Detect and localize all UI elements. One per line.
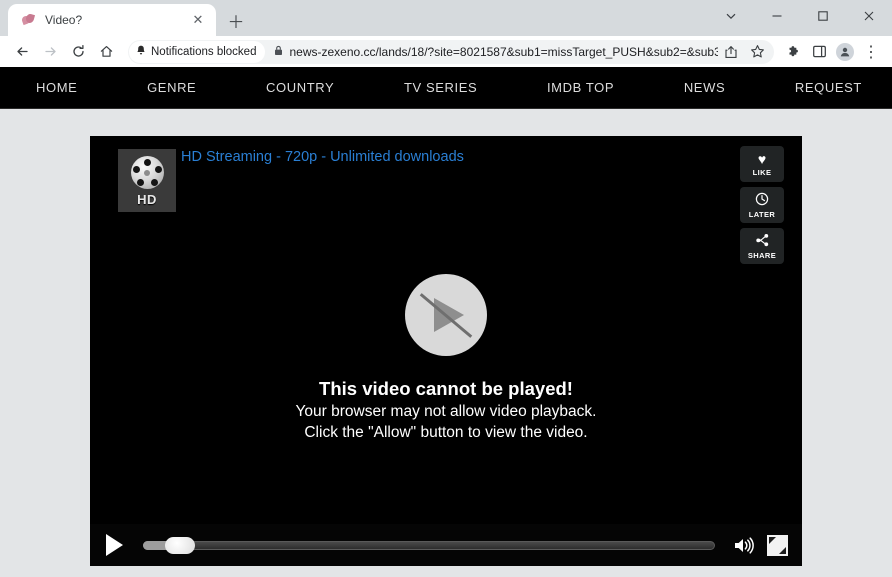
browser-menu-icon[interactable]: ⋮ <box>858 39 884 65</box>
seek-handle[interactable] <box>165 536 195 554</box>
browser-toolbar: Notifications blocked news-zexeno.cc/lan… <box>0 36 892 67</box>
browser-tab[interactable]: Video? ✕ <box>8 4 216 36</box>
tab-search-icon[interactable] <box>708 0 754 32</box>
notifications-blocked-label: Notifications blocked <box>151 45 257 58</box>
side-panel-icon[interactable] <box>806 39 832 65</box>
play-icon[interactable] <box>106 534 123 556</box>
share-nodes-icon <box>755 233 770 249</box>
site-nav-item-news[interactable]: NEWS <box>684 80 725 95</box>
url-text[interactable]: news-zexeno.cc/lands/18/?site=8021587&su… <box>289 45 718 59</box>
volume-icon[interactable] <box>731 532 757 558</box>
site-nav-item-country[interactable]: COUNTRY <box>266 80 334 95</box>
home-icon[interactable] <box>92 38 120 66</box>
player-header: HD HD Streaming - 720p - Unlimited downl… <box>90 136 802 264</box>
film-reel-icon <box>130 156 164 189</box>
notifications-blocked-chip[interactable]: Notifications blocked <box>129 40 266 63</box>
forward-icon[interactable] <box>36 38 64 66</box>
minimize-icon[interactable] <box>754 0 800 32</box>
thumbnail-quality-label: HD <box>137 192 157 207</box>
video-player[interactable]: HD HD Streaming - 720p - Unlimited downl… <box>90 136 802 566</box>
clock-icon <box>755 192 769 208</box>
share-icon[interactable] <box>718 39 744 65</box>
site-nav-item-imdb-top[interactable]: IMDB TOP <box>547 80 614 95</box>
address-bar[interactable]: Notifications blocked news-zexeno.cc/lan… <box>128 39 774 65</box>
error-line-2: Click the "Allow" button to view the vid… <box>304 424 588 441</box>
reload-icon[interactable] <box>64 38 92 66</box>
later-button[interactable]: LATER <box>740 187 784 223</box>
like-button[interactable]: ♥ LIKE <box>740 146 784 182</box>
page-body: HD HD Streaming - 720p - Unlimited downl… <box>0 109 892 577</box>
video-title[interactable]: HD Streaming - 720p - Unlimited download… <box>181 149 464 165</box>
later-button-label: LATER <box>748 209 776 219</box>
seek-bar[interactable] <box>143 536 715 554</box>
back-icon[interactable] <box>8 38 36 66</box>
share-button[interactable]: SHARE <box>740 228 784 264</box>
video-thumbnail[interactable]: HD <box>118 149 176 212</box>
play-blocked-icon[interactable] <box>405 274 487 356</box>
tab-strip: Video? ✕ ＋ <box>0 0 892 36</box>
site-navigation-bar: HOME GENRE COUNTRY TV SERIES IMDB TOP NE… <box>0 67 892 109</box>
like-button-label: LIKE <box>752 167 772 177</box>
site-nav-item-tv-series[interactable]: TV SERIES <box>404 80 477 95</box>
paw-favicon <box>20 12 36 28</box>
window-controls <box>708 0 892 32</box>
site-nav-item-request[interactable]: REQUEST <box>795 80 862 95</box>
fullscreen-icon[interactable] <box>767 534 788 556</box>
browser-window: Video? ✕ ＋ Notifications blocked news-ze… <box>0 0 892 577</box>
share-button-label: SHARE <box>747 250 777 260</box>
extensions-icon[interactable] <box>780 39 806 65</box>
site-nav-item-genre[interactable]: GENRE <box>147 80 196 95</box>
close-window-icon[interactable] <box>846 0 892 32</box>
new-tab-button[interactable]: ＋ <box>222 6 250 34</box>
tab-title: Video? <box>45 13 83 27</box>
profile-avatar-icon[interactable] <box>832 39 858 65</box>
playback-error-message: This video cannot be played! Your browse… <box>90 274 802 442</box>
tab-close-icon[interactable]: ✕ <box>188 10 208 30</box>
bell-icon <box>136 45 146 59</box>
player-control-bar <box>90 524 802 566</box>
error-line-1: Your browser may not allow video playbac… <box>295 403 597 420</box>
maximize-icon[interactable] <box>800 0 846 32</box>
player-side-buttons: ♥ LIKE LATER SHARE <box>740 146 784 264</box>
bookmark-star-icon[interactable] <box>744 39 770 65</box>
site-nav-list: HOME GENRE COUNTRY TV SERIES IMDB TOP NE… <box>0 80 892 95</box>
lock-icon <box>274 45 283 59</box>
heart-icon: ♥ <box>757 150 767 167</box>
error-heading: This video cannot be played! <box>319 378 573 399</box>
site-nav-item-home[interactable]: HOME <box>36 80 77 95</box>
